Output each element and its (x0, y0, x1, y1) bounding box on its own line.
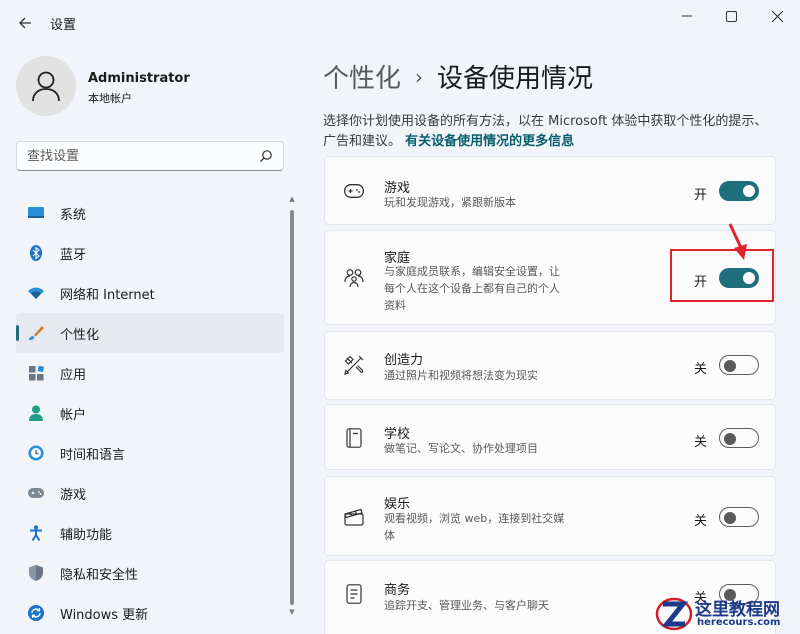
watermark: 这里教程网 herecours.com (655, 592, 800, 634)
minimize-button[interactable] (672, 6, 702, 26)
sidebar-item-label: Windows 更新 (60, 607, 149, 623)
back-button[interactable] (14, 12, 36, 34)
card-subtitle-line: 与家庭成员联系，编辑安全设置，让 (384, 265, 560, 278)
arrow-left-icon (19, 17, 31, 29)
maximize-icon (725, 10, 737, 22)
learn-more-link[interactable]: 有关设备使用情况的更多信息 (405, 134, 574, 149)
sidebar-item-system[interactable]: 系统 (16, 193, 284, 233)
school-toggle[interactable] (719, 428, 759, 448)
page-title: 设备使用情况 (437, 64, 594, 94)
breadcrumb: 个性化 › 设备使用情况 (323, 58, 593, 95)
network-icon (28, 285, 44, 301)
scroll-up-icon[interactable]: ▲ (289, 196, 295, 203)
gamepad-icon (343, 180, 365, 202)
card-subtitle-line: 每个人在这个设备上都有自己的个人 (384, 282, 560, 295)
breadcrumb-parent[interactable]: 个性化 (323, 58, 401, 95)
usage-card-school: 学校 做笔记、写论文、协作处理项目 关 (324, 404, 776, 470)
account-icon (28, 405, 44, 421)
scroll-down-icon[interactable]: ▼ (289, 609, 295, 616)
windows-update-icon (28, 605, 44, 621)
usage-card-entertainment: 娱乐 观看视频，浏览 web，连接到社交媒 体 关 (324, 476, 776, 556)
accessibility-icon (28, 525, 44, 541)
usage-card-creativity: 创造力 通过照片和视频将想法变为现实 关 (324, 331, 776, 400)
search-input[interactable] (27, 149, 247, 164)
card-subtitle-line: 资料 (384, 299, 406, 312)
sidebar-item-apps[interactable]: 应用 (16, 353, 284, 393)
avatar (16, 56, 76, 116)
sidebar-scrollbar[interactable]: ▲ ▼ (289, 196, 295, 616)
toggle-state-label: 开 (693, 188, 707, 203)
card-subtitle: 玩和发现游戏，紧跟新版本 (384, 196, 516, 209)
card-subtitle: 与家庭成员联系，编辑安全设置，让 每个人在这个设备上都有自己的个人 资料 (384, 263, 560, 314)
gaming-toggle[interactable] (719, 181, 759, 201)
card-subtitle: 通过照片和视频将想法变为现实 (384, 369, 538, 382)
sidebar-item-privacy[interactable]: 隐私和安全性 (16, 553, 284, 593)
sidebar-item-label: 个性化 (60, 327, 100, 343)
account-type: 本地帐户 (88, 92, 132, 105)
card-subtitle: 追踪开支、管理业务、与客户聊天 (384, 599, 549, 612)
sidebar-item-label: 辅助功能 (60, 527, 113, 543)
user-icon (32, 71, 60, 102)
annotation-arrow-icon (728, 223, 747, 260)
privacy-shield-icon (28, 565, 44, 581)
sidebar-item-account[interactable]: 帐户 (16, 393, 284, 433)
watermark-logo-icon (655, 597, 693, 631)
time-language-icon (28, 445, 44, 461)
minimize-icon (682, 15, 692, 17)
toggle-state-label: 关 (693, 435, 707, 450)
sidebar-item-gaming[interactable]: 游戏 (16, 473, 284, 513)
notebook-icon (343, 427, 365, 449)
sidebar-item-label: 隐私和安全性 (60, 567, 139, 583)
scroll-thumb[interactable] (290, 210, 294, 605)
close-icon (771, 10, 783, 22)
sidebar-item-windows-update[interactable]: Windows 更新 (16, 593, 284, 633)
app-title: 设置 (50, 18, 77, 33)
sidebar-item-label: 时间和语言 (60, 447, 126, 463)
user-name: Administrator (88, 71, 190, 86)
paintbrush-pen-icon (343, 354, 365, 376)
search-icon[interactable] (259, 149, 273, 163)
creativity-toggle[interactable] (719, 355, 759, 375)
watermark-url: herecours.com (697, 617, 781, 628)
sidebar-item-label: 网络和 Internet (60, 287, 155, 303)
toggle-state-label: 关 (693, 362, 707, 377)
business-document-icon (343, 583, 365, 605)
sidebar-item-label: 帐户 (60, 407, 87, 423)
title-bar: 设置 (0, 0, 800, 44)
sidebar-item-personalization[interactable]: 个性化 (16, 313, 284, 353)
gaming-icon (28, 485, 44, 501)
card-subtitle-line: 体 (384, 529, 395, 542)
sidebar-item-network[interactable]: 网络和 Internet (16, 273, 284, 313)
personalization-icon (28, 325, 44, 341)
bluetooth-icon (28, 245, 44, 261)
sidebar-item-accessibility[interactable]: 辅助功能 (16, 513, 284, 553)
card-subtitle: 做笔记、写论文、协作处理项目 (384, 442, 538, 455)
sidebar-item-label: 系统 (60, 207, 87, 223)
annotation-highlight-box (670, 249, 774, 302)
sidebar-item-label: 应用 (60, 367, 87, 383)
sidebar-nav: 系统 蓝牙 网络和 Internet 个性化 应用 帐户 时间和语言 游戏 辅助… (16, 193, 284, 633)
search-box[interactable] (16, 141, 284, 171)
clapperboard-icon (343, 506, 365, 528)
entertainment-toggle[interactable] (719, 507, 759, 527)
page-description: 选择你计划使用设备的所有方法，以在 Microsoft 体验中获取个性化的提示、… (323, 112, 778, 152)
family-icon (343, 267, 365, 289)
sidebar-item-time-language[interactable]: 时间和语言 (16, 433, 284, 473)
card-title: 商务 (384, 583, 411, 598)
chevron-right-icon: › (415, 64, 424, 89)
card-subtitle-line: 观看视频，浏览 web，连接到社交媒 (384, 512, 565, 525)
maximize-button[interactable] (716, 6, 746, 26)
system-icon (28, 205, 44, 221)
toggle-state-label: 关 (693, 514, 707, 529)
usage-card-gaming: 游戏 玩和发现游戏，紧跟新版本 开 (324, 156, 776, 225)
card-title: 创造力 (384, 353, 424, 368)
sidebar-item-bluetooth[interactable]: 蓝牙 (16, 233, 284, 273)
user-profile[interactable]: Administrator 本地帐户 (16, 56, 286, 118)
close-button[interactable] (762, 6, 792, 26)
apps-icon (28, 365, 44, 381)
card-subtitle: 观看视频，浏览 web，连接到社交媒 体 (384, 510, 564, 544)
sidebar-item-label: 蓝牙 (60, 247, 87, 263)
sidebar-item-label: 游戏 (60, 487, 87, 503)
